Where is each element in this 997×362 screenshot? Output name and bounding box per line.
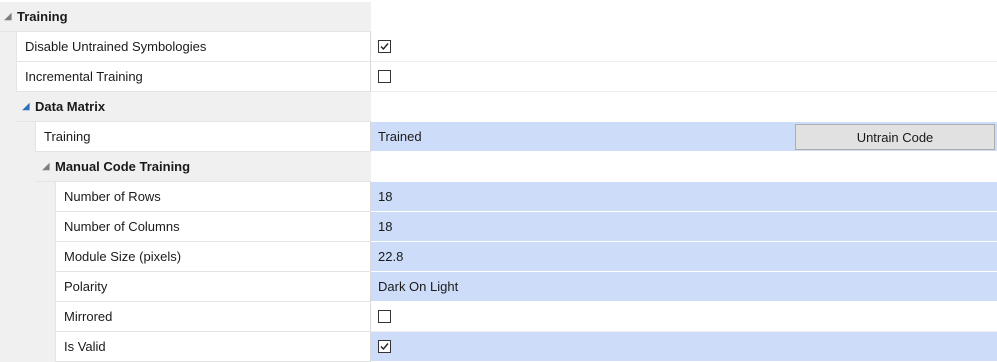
property-label: Number of Rows (64, 189, 161, 204)
row-gutter (0, 242, 55, 272)
property-row-dm-training[interactable]: Training Trained Untrain Code (0, 122, 997, 152)
property-name-module-size[interactable]: Module Size (pixels) (55, 242, 371, 272)
property-value-disable-untrained[interactable] (371, 32, 997, 62)
property-label: Module Size (pixels) (64, 249, 182, 264)
collapse-icon[interactable]: ◢ (20, 101, 32, 112)
category-manual-code-training[interactable]: ◢ Manual Code Training (35, 152, 371, 182)
category-manual-label: Manual Code Training (55, 159, 191, 174)
collapse-icon[interactable]: ◢ (40, 161, 52, 172)
category-data-matrix-label: Data Matrix (35, 99, 106, 114)
row-gutter (0, 272, 55, 302)
rows-value: 18 (378, 189, 393, 204)
category-manual-value (371, 152, 997, 182)
row-gutter (0, 212, 55, 242)
property-label: Incremental Training (25, 69, 143, 84)
polarity-value: Dark On Light (378, 279, 459, 294)
property-value-incremental[interactable] (371, 62, 997, 92)
checkmark-icon (380, 43, 389, 51)
property-name-incremental[interactable]: Incremental Training (16, 62, 371, 92)
row-gutter (0, 332, 55, 362)
mirrored-checkbox[interactable] (378, 310, 391, 323)
property-row-incremental[interactable]: Incremental Training (0, 62, 997, 92)
property-value-is-valid[interactable] (371, 332, 997, 362)
property-row-number-of-rows[interactable]: Number of Rows 18 (0, 182, 997, 212)
collapse-icon[interactable]: ◢ (2, 11, 14, 22)
row-gutter (0, 122, 35, 152)
property-value-number-of-rows[interactable]: 18 (371, 182, 997, 212)
property-name-polarity[interactable]: Polarity (55, 272, 371, 302)
category-training-value (371, 2, 997, 32)
property-name-dm-training[interactable]: Training (35, 122, 371, 152)
disable-untrained-checkbox[interactable] (378, 40, 391, 53)
property-name-mirrored[interactable]: Mirrored (55, 302, 371, 332)
property-label: Mirrored (64, 309, 113, 324)
untrain-code-button[interactable]: Untrain Code (795, 124, 995, 150)
property-grid: ◢ Training Disable Untrained Symbologies… (0, 0, 997, 362)
incremental-checkbox[interactable] (378, 70, 391, 83)
property-row-polarity[interactable]: Polarity Dark On Light (0, 272, 997, 302)
property-label: Number of Columns (64, 219, 180, 234)
is-valid-checkbox[interactable] (378, 340, 391, 353)
category-data-matrix-value (371, 92, 997, 122)
property-label: Disable Untrained Symbologies (25, 39, 207, 54)
property-name-number-of-rows[interactable]: Number of Rows (55, 182, 371, 212)
category-manual-code-training-row[interactable]: ◢ Manual Code Training (0, 152, 997, 182)
category-data-matrix-row[interactable]: ◢ Data Matrix (0, 92, 997, 122)
property-value-number-of-columns[interactable]: 18 (371, 212, 997, 242)
row-gutter (0, 302, 55, 332)
property-label: Polarity (64, 279, 108, 294)
checkmark-icon (380, 343, 389, 351)
training-status-value: Trained (378, 129, 422, 144)
row-gutter (0, 152, 35, 182)
property-row-disable-untrained[interactable]: Disable Untrained Symbologies (0, 32, 997, 62)
property-name-is-valid[interactable]: Is Valid (55, 332, 371, 362)
category-data-matrix[interactable]: ◢ Data Matrix (16, 92, 371, 122)
property-row-module-size[interactable]: Module Size (pixels) 22.8 (0, 242, 997, 272)
property-value-polarity[interactable]: Dark On Light (371, 272, 997, 302)
row-gutter (0, 182, 55, 212)
property-row-mirrored[interactable]: Mirrored (0, 302, 997, 332)
columns-value: 18 (378, 219, 393, 234)
row-gutter (0, 92, 16, 122)
property-value-module-size[interactable]: 22.8 (371, 242, 997, 272)
property-row-number-of-columns[interactable]: Number of Columns 18 (0, 212, 997, 242)
property-name-disable-untrained[interactable]: Disable Untrained Symbologies (16, 32, 371, 62)
property-label: Is Valid (64, 339, 106, 354)
category-training-label: Training (17, 9, 68, 24)
property-value-mirrored[interactable] (371, 302, 997, 332)
row-gutter (0, 32, 16, 62)
row-gutter (0, 62, 16, 92)
property-label: Training (44, 129, 91, 144)
property-name-number-of-columns[interactable]: Number of Columns (55, 212, 371, 242)
category-training-row[interactable]: ◢ Training (0, 2, 997, 32)
module-size-value: 22.8 (378, 249, 404, 264)
property-row-is-valid[interactable]: Is Valid (0, 332, 997, 362)
category-training[interactable]: ◢ Training (0, 2, 371, 32)
